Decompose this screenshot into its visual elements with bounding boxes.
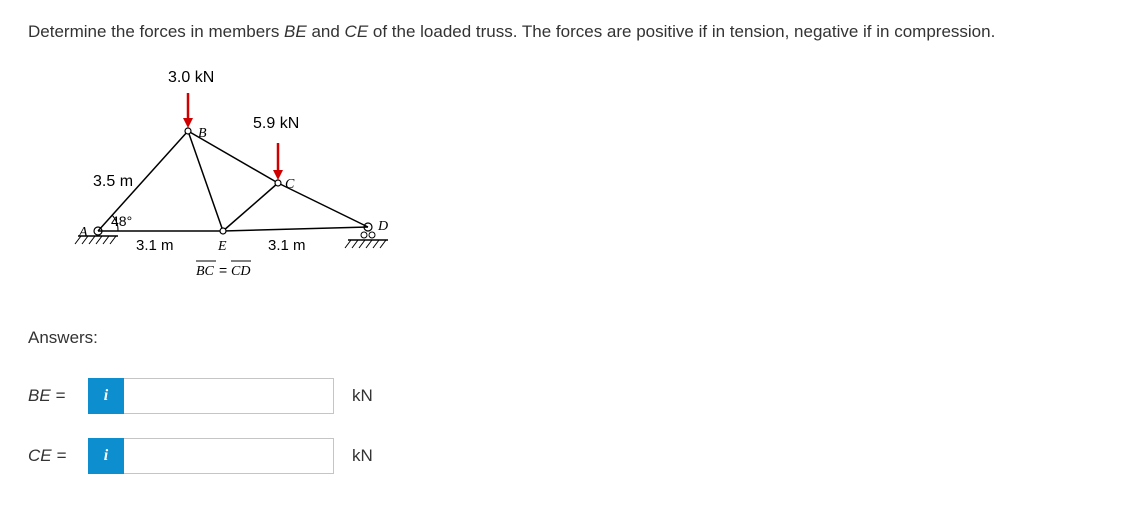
ce-unit: kN xyxy=(352,446,373,466)
truss-svg: 3.0 kN 5.9 kN 3.5 m 48° A B C D E 3.1 m … xyxy=(48,68,408,298)
question-text: Determine the forces in members BE and C… xyxy=(28,20,1107,44)
constraint-cd: CD xyxy=(231,264,250,279)
answers-title: Answers: xyxy=(28,328,1107,348)
truss-members xyxy=(98,131,368,231)
answers-section: Answers: BE = i kN CE = i kN xyxy=(28,328,1107,474)
joint-c xyxy=(275,180,281,186)
info-icon[interactable]: i xyxy=(88,438,124,474)
point-e: E xyxy=(217,239,227,254)
point-d: D xyxy=(377,219,388,234)
question-prefix: Determine the forces in members xyxy=(28,22,284,41)
be-input[interactable] xyxy=(124,378,334,414)
truss-diagram: 3.0 kN 5.9 kN 3.5 m 48° A B C D E 3.1 m … xyxy=(48,68,408,298)
info-icon[interactable]: i xyxy=(88,378,124,414)
be-input-wrapper: i xyxy=(88,378,334,414)
force-arrow-b xyxy=(183,93,193,128)
joint-b xyxy=(185,128,191,134)
load2-label: 5.9 kN xyxy=(253,115,299,132)
constraint-bc: BC xyxy=(196,264,215,279)
ce-input[interactable] xyxy=(124,438,334,474)
point-a: A xyxy=(78,225,88,240)
point-b: B xyxy=(198,126,207,141)
point-c: C xyxy=(285,177,295,192)
be-label: BE = xyxy=(28,386,88,406)
answer-row-be: BE = i kN xyxy=(28,378,1107,414)
length-ab-label: 3.5 m xyxy=(93,173,133,190)
ce-input-wrapper: i xyxy=(88,438,334,474)
ce-label: CE = xyxy=(28,446,88,466)
question-suffix: of the loaded truss. The forces are posi… xyxy=(368,22,995,41)
question-member2: CE xyxy=(345,22,369,41)
load1-label: 3.0 kN xyxy=(168,69,214,86)
angle-label: 48° xyxy=(111,213,132,229)
joint-e xyxy=(220,228,226,234)
be-unit: kN xyxy=(352,386,373,406)
length-ae: 3.1 m xyxy=(136,237,174,254)
answer-row-ce: CE = i kN xyxy=(28,438,1107,474)
force-arrow-c xyxy=(273,143,283,180)
constraint-eq: = xyxy=(219,262,227,278)
length-ed: 3.1 m xyxy=(268,237,306,254)
question-middle: and xyxy=(307,22,345,41)
question-member1: BE xyxy=(284,22,307,41)
